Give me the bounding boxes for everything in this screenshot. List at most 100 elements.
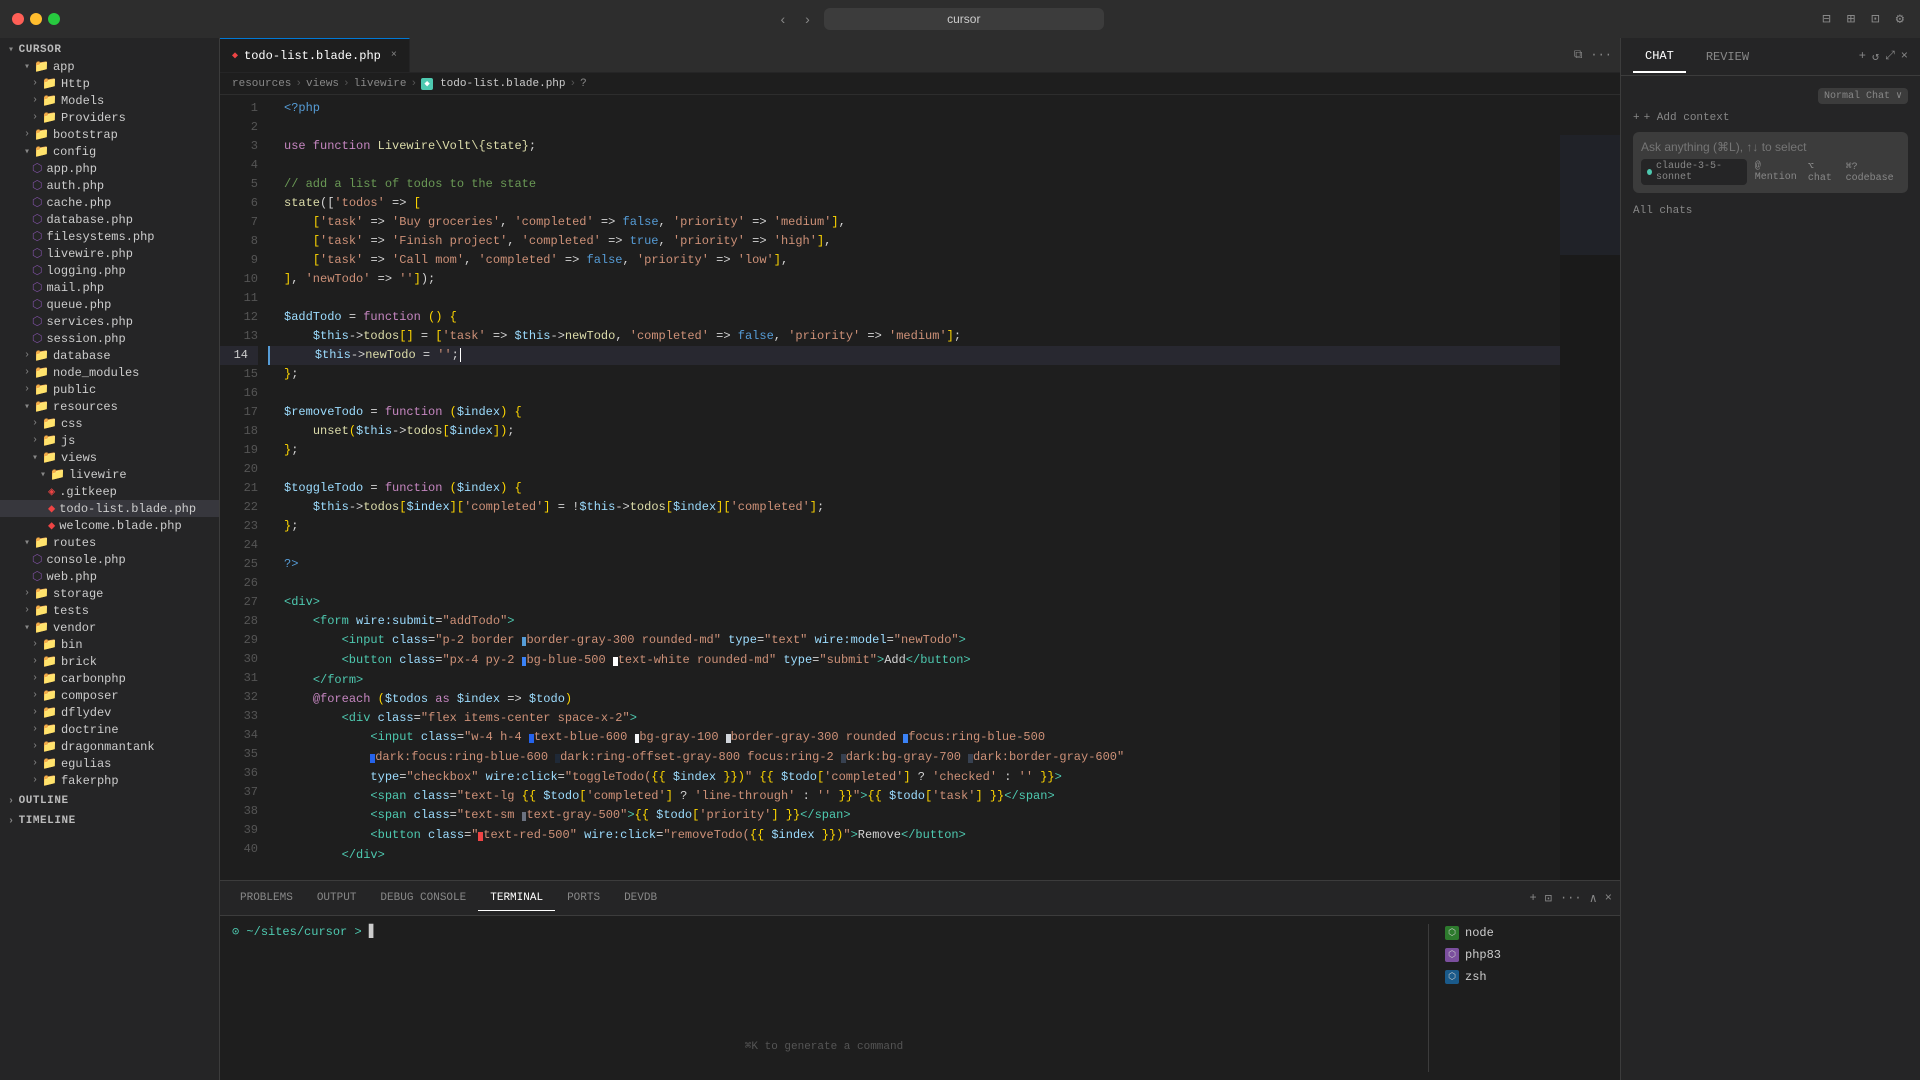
sidebar-item-css[interactable]: › 📁 css xyxy=(0,415,219,432)
sidebar-item-public[interactable]: › 📁 public xyxy=(0,381,219,398)
sidebar-root-label[interactable]: ▾ CURSOR xyxy=(0,38,219,58)
terminal-split-icon[interactable]: ⊡ xyxy=(1545,891,1552,906)
sidebar-item-mail-php[interactable]: ⬡ mail.php xyxy=(0,279,219,296)
panel-tab-chat[interactable]: CHAT xyxy=(1633,41,1686,73)
panel-expand-icon[interactable]: ⤢ xyxy=(1885,49,1895,64)
sidebar-item-doctrine[interactable]: › 📁 doctrine xyxy=(0,721,219,738)
sidebar-item-database[interactable]: › 📁 database xyxy=(0,347,219,364)
tab-todo-list[interactable]: ◆ todo-list.blade.php × xyxy=(220,38,410,72)
sidebar-item-providers[interactable]: › 📁 Providers xyxy=(0,109,219,126)
tab-close-icon[interactable]: × xyxy=(391,50,397,61)
code-line: $this->todos[] = ['task' => $this->newTo… xyxy=(268,327,1560,346)
sidebar-item-welcome-blade[interactable]: ◆ welcome.blade.php xyxy=(0,517,219,534)
sidebar-item-cache-php[interactable]: ⬡ cache.php xyxy=(0,194,219,211)
codebase-shortcut[interactable]: ⌘? codebase xyxy=(1846,161,1900,184)
sidebar-item-dragonmantank[interactable]: › 📁 dragonmantank xyxy=(0,738,219,755)
nav-forward-button[interactable]: › xyxy=(799,9,816,29)
sidebar-item-carbonphp[interactable]: › 📁 carbonphp xyxy=(0,670,219,687)
close-button[interactable] xyxy=(12,13,24,25)
sidebar-item-logging-php[interactable]: ⬡ logging.php xyxy=(0,262,219,279)
split-icon[interactable]: ⊡ xyxy=(1867,9,1883,30)
sidebar-item-app[interactable]: ▾ 📁 app xyxy=(0,58,219,75)
terminal-session-node[interactable]: ⬡ node xyxy=(1441,924,1608,942)
all-chats-link[interactable]: All chats xyxy=(1633,205,1908,217)
sidebar-item-database-php[interactable]: ⬡ database.php xyxy=(0,211,219,228)
tab-terminal[interactable]: TERMINAL xyxy=(478,886,555,911)
chat-shortcut[interactable]: ⌥ chat xyxy=(1808,161,1838,184)
sidebar-toggle-icon[interactable]: ⊟ xyxy=(1818,9,1834,30)
chat-input[interactable] xyxy=(1641,140,1900,154)
layout-icon[interactable]: ⊞ xyxy=(1843,9,1859,30)
sidebar-item-vendor[interactable]: ▾ 📁 vendor xyxy=(0,619,219,636)
timeline-section[interactable]: › TIMELINE xyxy=(0,809,219,829)
editor-more-icon[interactable]: ··· xyxy=(1590,48,1612,62)
fullscreen-button[interactable] xyxy=(48,13,60,25)
chat-model-selector[interactable]: claude-3-5-sonnet xyxy=(1641,159,1747,185)
code-container[interactable]: 12345 678910 1112131415 1617181920 21222… xyxy=(220,95,1560,880)
tab-debug-console[interactable]: DEBUG CONSOLE xyxy=(368,886,478,910)
normal-chat-selector[interactable]: Normal Chat ∨ xyxy=(1818,88,1908,104)
sidebar-item-console-php[interactable]: ⬡ console.php xyxy=(0,551,219,568)
tab-problems[interactable]: PROBLEMS xyxy=(228,886,305,910)
sidebar-item-livewire-php[interactable]: ⬡ livewire.php xyxy=(0,245,219,262)
sidebar-item-bin[interactable]: › 📁 bin xyxy=(0,636,219,653)
terminal-close-icon[interactable]: × xyxy=(1605,891,1612,906)
panel-history-icon[interactable]: ↺ xyxy=(1872,49,1879,64)
search-input[interactable] xyxy=(824,8,1104,30)
panel-close-icon[interactable]: × xyxy=(1901,49,1908,64)
sidebar-item-config[interactable]: ▾ 📁 config xyxy=(0,143,219,160)
folder-icon: 📁 xyxy=(42,671,57,686)
folder-icon: 📁 xyxy=(42,705,57,720)
code-content[interactable]: <?php use function Livewire\Volt\{state}… xyxy=(268,95,1560,880)
sidebar-item-todo-list[interactable]: ◆ todo-list.blade.php xyxy=(0,500,219,517)
titlebar-icons: ⊟ ⊞ ⊡ ⚙ xyxy=(1818,9,1908,30)
terminal-minimize-icon[interactable]: ∧ xyxy=(1590,891,1597,906)
sidebar-item-session-php[interactable]: ⬡ session.php xyxy=(0,330,219,347)
sidebar-item-storage[interactable]: › 📁 storage xyxy=(0,585,219,602)
nav-back-button[interactable]: ‹ xyxy=(774,9,791,29)
terminal-add-icon[interactable]: + xyxy=(1530,891,1537,906)
terminal-session-zsh[interactable]: ⬡ zsh xyxy=(1441,968,1608,986)
sidebar-item-routes[interactable]: ▾ 📁 routes xyxy=(0,534,219,551)
sidebar-item-resources[interactable]: ▾ 📁 resources xyxy=(0,398,219,415)
terminal-main[interactable]: ⊙ ~/sites/cursor > ▋ ⌘K to generate a co… xyxy=(232,924,1416,1072)
sidebar-item-filesystems-php[interactable]: ⬡ filesystems.php xyxy=(0,228,219,245)
mention-button[interactable]: @ Mention xyxy=(1755,161,1800,183)
editor-split-icon[interactable]: ⧉ xyxy=(1574,48,1583,62)
sidebar-item-views[interactable]: ▾ 📁 views xyxy=(0,449,219,466)
terminal-session-php83[interactable]: ⬡ php83 xyxy=(1441,946,1608,964)
sidebar-item-egulias[interactable]: › 📁 egulias xyxy=(0,755,219,772)
sidebar-item-composer[interactable]: › 📁 composer xyxy=(0,687,219,704)
sidebar-item-tests[interactable]: › 📁 tests xyxy=(0,602,219,619)
sidebar-item-services-php[interactable]: ⬡ services.php xyxy=(0,313,219,330)
add-context-button[interactable]: + + Add context xyxy=(1633,112,1908,124)
sidebar-item-brick[interactable]: › 📁 brick xyxy=(0,653,219,670)
folder-icon: 📁 xyxy=(42,450,57,465)
panel-tab-review[interactable]: REVIEW xyxy=(1694,42,1761,72)
sidebar-item-queue-php[interactable]: ⬡ queue.php xyxy=(0,296,219,313)
chat-input-area[interactable]: claude-3-5-sonnet @ Mention ⌥ chat ⌘? co… xyxy=(1633,132,1908,193)
add-icon: + xyxy=(1633,112,1640,124)
tab-devdb[interactable]: DEVDB xyxy=(612,886,669,910)
sidebar-item-models[interactable]: › 📁 Models xyxy=(0,92,219,109)
sidebar-item-dflydev[interactable]: › 📁 dflydev xyxy=(0,704,219,721)
tab-output[interactable]: OUTPUT xyxy=(305,886,369,910)
sidebar-item-fakerphp[interactable]: › 📁 fakerphp xyxy=(0,772,219,789)
sidebar-item-bootstrap[interactable]: › 📁 bootstrap xyxy=(0,126,219,143)
sidebar-item-gitkeep[interactable]: ◈ .gitkeep xyxy=(0,483,219,500)
sidebar-item-label: .gitkeep xyxy=(59,485,117,499)
panel-add-icon[interactable]: + xyxy=(1859,49,1866,64)
right-panel: CHAT REVIEW + ↺ ⤢ × Normal Chat ∨ + + Ad… xyxy=(1620,38,1920,1080)
terminal-more-icon[interactable]: ··· xyxy=(1560,891,1582,906)
sidebar-item-http[interactable]: › 📁 Http xyxy=(0,75,219,92)
tab-ports[interactable]: PORTS xyxy=(555,886,612,910)
sidebar-item-auth-php[interactable]: ⬡ auth.php xyxy=(0,177,219,194)
sidebar-item-js[interactable]: › 📁 js xyxy=(0,432,219,449)
minimize-button[interactable] xyxy=(30,13,42,25)
sidebar-item-livewire-folder[interactable]: ▾ 📁 livewire xyxy=(0,466,219,483)
sidebar-item-web-php[interactable]: ⬡ web.php xyxy=(0,568,219,585)
sidebar-item-app-php[interactable]: ⬡ app.php xyxy=(0,160,219,177)
sidebar-item-node-modules[interactable]: › 📁 node_modules xyxy=(0,364,219,381)
settings-icon[interactable]: ⚙ xyxy=(1892,9,1908,30)
outline-section[interactable]: › OUTLINE xyxy=(0,789,219,809)
